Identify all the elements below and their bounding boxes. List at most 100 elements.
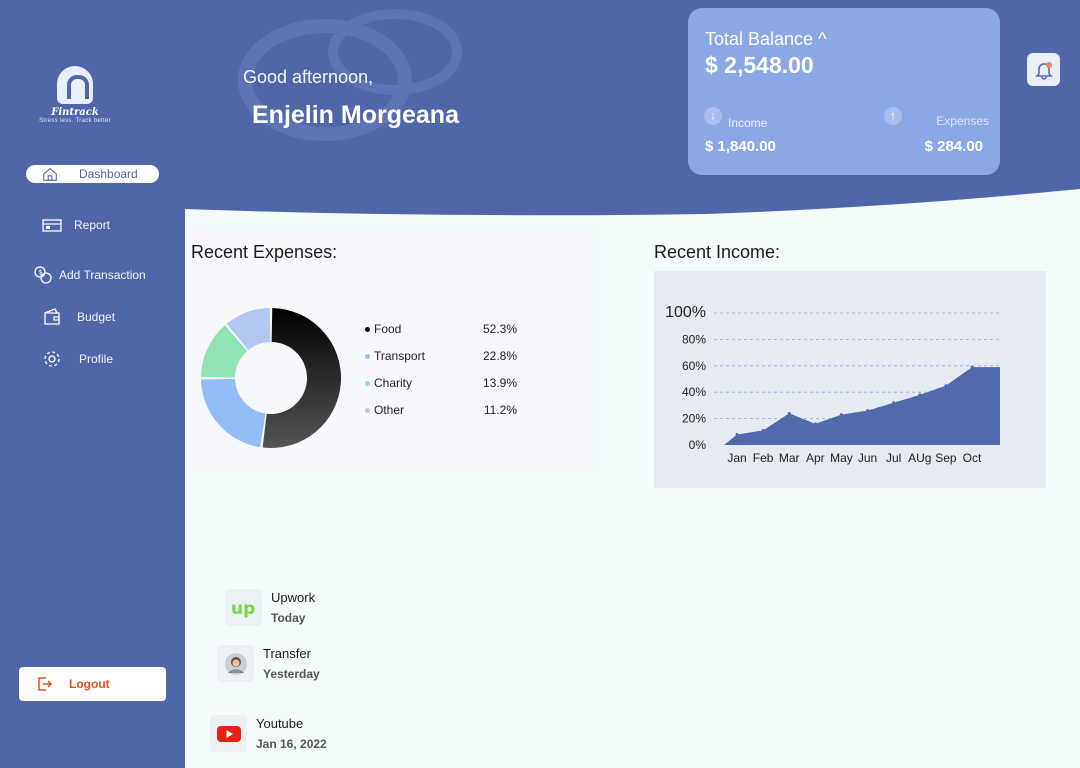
data-point <box>918 393 922 397</box>
brand-logo[interactable]: Fintrack Stress less. Track better <box>30 66 120 124</box>
income-card: 0% 20% 40% 60% 80% 100% Jan Feb Mar Apr May Jun Jul A… <box>654 271 1046 488</box>
dashboard-app: Fintrack Stress less. Track better Dashb… <box>0 0 1080 768</box>
legend-item-food: Food 52.3% <box>365 322 517 336</box>
transaction-date: Jan 16, 2022 <box>256 737 327 751</box>
y-tick-label: 40% <box>682 385 706 399</box>
notification-button[interactable] <box>1027 53 1060 86</box>
svg-text:$: $ <box>38 269 42 277</box>
data-point <box>892 401 896 405</box>
legend-dot <box>365 407 370 413</box>
x-tick-label: Oct <box>963 451 982 465</box>
transaction-name: Transfer <box>263 646 311 661</box>
sidebar-item-profile[interactable]: Profile <box>42 349 113 369</box>
y-tick-label: 80% <box>682 332 706 346</box>
brand-tagline: Stress less. Track better <box>39 118 111 124</box>
greeting-text: Good afternoon, <box>243 67 374 87</box>
slice-transport <box>201 378 266 448</box>
y-tick-label: 100% <box>665 304 706 321</box>
expenses-donut-chart <box>201 308 341 448</box>
logout-label: Logout <box>69 677 110 691</box>
data-point <box>970 365 974 369</box>
slice-food <box>262 308 341 448</box>
legend-label: Food <box>374 322 402 336</box>
sidebar-item-label: Profile <box>79 352 114 366</box>
x-tick-label: Jul <box>886 451 901 465</box>
y-tick-label: 20% <box>682 412 706 426</box>
income-label: Income <box>728 116 768 130</box>
transaction-item-youtube[interactable]: Youtube Jan 16, 2022 <box>210 715 327 752</box>
x-tick-label: AUg <box>908 451 931 465</box>
legend-dot <box>365 353 370 359</box>
add-transaction-icon: $ <box>34 266 52 284</box>
data-point <box>866 409 870 413</box>
bell-icon <box>1034 61 1053 80</box>
arrow-up-icon: ↑ <box>884 107 902 125</box>
x-tick-label: May <box>830 451 853 465</box>
transaction-item-upwork[interactable]: up Upwork Today <box>225 589 315 626</box>
legend-value: 22.8% <box>482 349 517 363</box>
expenses-label: Expenses <box>936 114 989 128</box>
legend-dot <box>365 326 370 332</box>
sidebar-item-label: Budget <box>77 310 116 324</box>
income-title: Recent Income: <box>654 242 781 262</box>
sidebar-item-label: Report <box>74 218 111 232</box>
sidebar: Fintrack Stress less. Track better Dashb… <box>0 0 185 768</box>
income-value: $ 1,840.00 <box>705 138 776 155</box>
transaction-name: Youtube <box>256 716 304 731</box>
sidebar-item-dashboard[interactable]: Dashboard <box>26 165 159 183</box>
income-area <box>714 367 1000 445</box>
sidebar-item-budget[interactable]: Budget <box>43 307 115 327</box>
x-tick-label: Jan <box>727 451 746 465</box>
x-tick-label: Jun <box>858 451 877 465</box>
wallet-icon <box>44 308 60 325</box>
transaction-name: Upwork <box>271 590 316 605</box>
legend-item-other: Other 11.2% <box>365 403 517 417</box>
logout-icon <box>38 677 53 691</box>
svg-text:up: up <box>231 599 255 619</box>
youtube-icon <box>210 715 247 752</box>
upwork-icon: up <box>225 589 262 626</box>
sidebar-item-report[interactable]: Report <box>42 215 110 235</box>
brand-name: Fintrack <box>51 107 99 118</box>
x-tick-label: Sep <box>935 451 957 465</box>
y-tick-label: 0% <box>689 438 707 452</box>
transaction-date: Yesterday <box>263 667 320 681</box>
home-icon <box>43 167 57 181</box>
sidebar-item-label: Add Transaction <box>59 268 146 282</box>
balance-card: Total Balance ^ $ 2,548.00 ↓ Income $ 1,… <box>688 8 1000 175</box>
logo-icon <box>57 66 93 104</box>
data-point <box>787 411 791 415</box>
user-name: Enjelin Morgeana <box>252 101 459 129</box>
y-tick-label: 60% <box>682 359 706 373</box>
data-point <box>813 422 817 426</box>
income-area-chart: 0% 20% 40% 60% 80% 100% Jan Feb Mar Apr May Jun Jul A… <box>665 304 1000 465</box>
data-point <box>735 432 739 436</box>
sidebar-item-label: Dashboard <box>79 167 138 181</box>
gear-icon <box>44 351 60 367</box>
legend-item-charity: Charity 13.9% <box>365 376 517 390</box>
balance-title[interactable]: Total Balance ^ <box>705 29 827 50</box>
legend-item-transport: Transport 22.8% <box>365 349 517 363</box>
expenses-title: Recent Expenses: <box>191 242 338 262</box>
balance-total: $ 2,548.00 <box>705 52 814 78</box>
data-point <box>839 413 843 417</box>
transaction-item-transfer[interactable]: Transfer Yesterday <box>217 645 320 682</box>
sidebar-item-add-transaction[interactable]: $ Add Transaction <box>33 265 146 285</box>
report-icon <box>42 219 62 232</box>
legend-value: 13.9% <box>482 376 517 390</box>
legend-label: Other <box>374 403 405 417</box>
legend-label: Transport <box>374 349 425 363</box>
avatar-icon <box>217 645 254 682</box>
arrow-down-icon: ↓ <box>704 107 722 125</box>
data-point <box>761 428 765 432</box>
logout-button[interactable]: Logout <box>19 667 166 701</box>
expenses-value: $ 284.00 <box>924 138 983 155</box>
data-point <box>944 384 948 388</box>
x-tick-label: Mar <box>779 451 800 465</box>
legend-value: 52.3% <box>482 322 517 336</box>
x-tick-label: Feb <box>753 451 774 465</box>
legend-dot <box>365 380 370 386</box>
legend-value: 11.2% <box>483 403 517 417</box>
x-tick-label: Apr <box>806 451 825 465</box>
transaction-date: Today <box>271 611 306 625</box>
